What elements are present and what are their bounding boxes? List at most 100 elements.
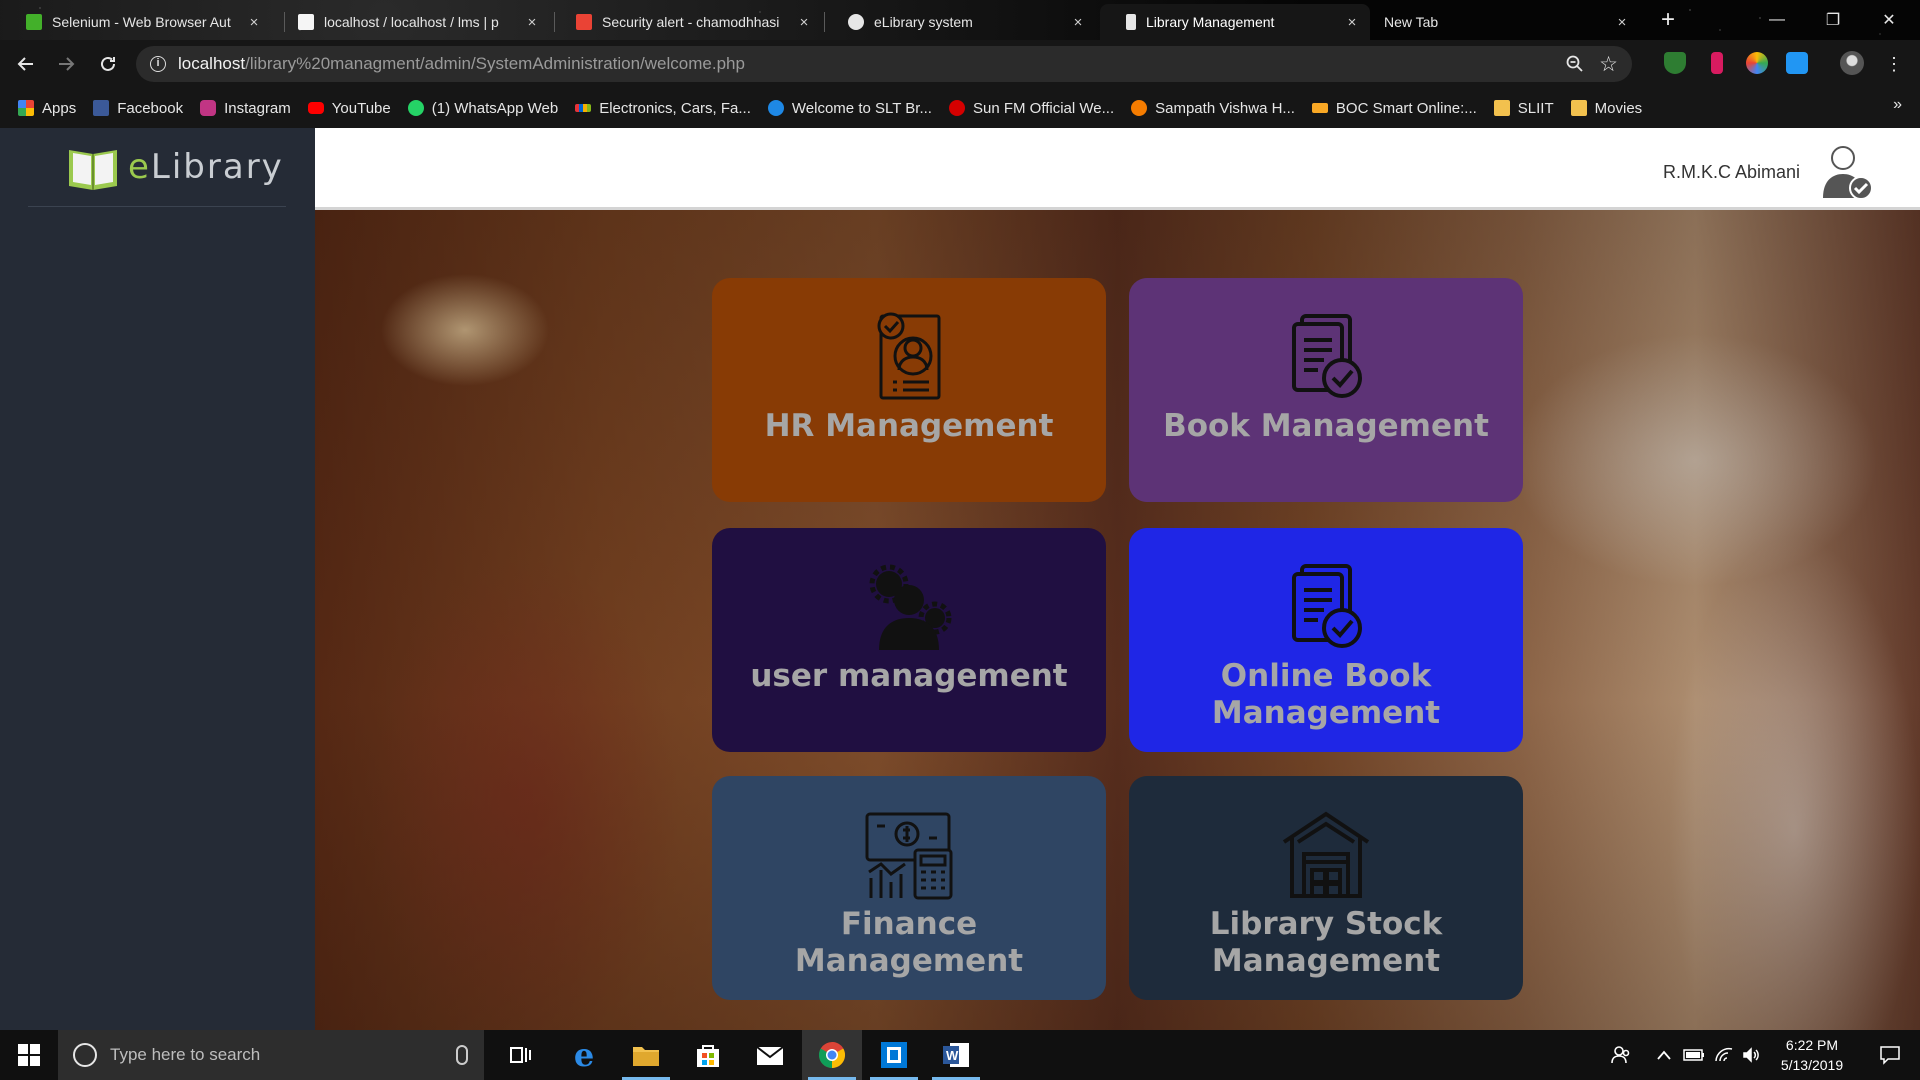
- facebook-icon: [93, 100, 110, 116]
- shield-extension-icon[interactable]: [1664, 52, 1686, 74]
- minimize-button[interactable]: —: [1750, 0, 1804, 40]
- globe-icon: [848, 14, 864, 30]
- new-tab-button[interactable]: +: [1655, 6, 1681, 34]
- tab-title: eLibrary system: [874, 14, 973, 30]
- bookmark-sliit[interactable]: SLIIT: [1493, 100, 1554, 117]
- sidebar: eLibrary: [0, 128, 315, 1030]
- close-icon[interactable]: ×: [1344, 14, 1360, 31]
- close-icon[interactable]: ×: [1614, 14, 1630, 31]
- word-app[interactable]: W: [926, 1030, 986, 1080]
- tab-new-tab[interactable]: New Tab ×: [1370, 4, 1640, 40]
- system-clock[interactable]: 6:22 PM 5/13/2019: [1762, 1035, 1862, 1075]
- task-view-button[interactable]: [490, 1030, 550, 1080]
- url-host: localhost: [178, 54, 246, 73]
- bookmark-label: YouTube: [331, 99, 391, 117]
- off-extension-icon[interactable]: [1786, 52, 1808, 74]
- chevron-up-icon[interactable]: [1650, 1030, 1678, 1080]
- search-placeholder: Type here to search: [110, 1045, 261, 1064]
- bookmark-boc[interactable]: BOC Smart Online:...: [1311, 100, 1477, 117]
- close-window-button[interactable]: ✕: [1862, 0, 1916, 40]
- bookmark-youtube[interactable]: YouTube: [307, 99, 391, 117]
- tab-library-management[interactable]: Library Management ×: [1100, 4, 1370, 40]
- user-name: R.M.K.C Abimani: [1662, 162, 1800, 182]
- book-check-icon: [1292, 564, 1362, 648]
- bookmark-label: Sun FM Official We...: [972, 99, 1115, 117]
- bookmark-sunfm[interactable]: Sun FM Official We...: [948, 99, 1115, 117]
- close-icon[interactable]: ×: [524, 14, 540, 31]
- back-button[interactable]: [12, 50, 40, 78]
- bookmark-ebay[interactable]: Electronics, Cars, Fa...: [575, 100, 751, 117]
- tab-phpmyadmin[interactable]: localhost / localhost / lms | p ×: [272, 4, 550, 40]
- app-blue-square[interactable]: [864, 1030, 924, 1080]
- elibrary-logo[interactable]: eLibrary: [66, 144, 284, 190]
- restore-button[interactable]: ❐: [1806, 0, 1860, 40]
- library-stock-management-card[interactable]: Library Stock Management: [1129, 776, 1523, 1000]
- bookmark-star-icon[interactable]: ☆: [1599, 52, 1618, 77]
- address-bar[interactable]: i localhost/library%20managment/admin/Sy…: [136, 46, 1632, 82]
- pink-extension-icon[interactable]: [1711, 52, 1723, 74]
- clock-time: 6:22 PM: [1785, 1037, 1839, 1053]
- bookmark-apps[interactable]: Apps: [18, 100, 76, 117]
- user-avatar-icon[interactable]: [1819, 142, 1875, 202]
- bookmark-facebook[interactable]: Facebook: [93, 100, 183, 117]
- bookmark-label: Sampath Vishwa H...: [1155, 99, 1295, 117]
- dashboard-main: HR Management Book Management user manag…: [315, 210, 1920, 1030]
- wifi-icon[interactable]: [1710, 1030, 1738, 1080]
- close-icon[interactable]: ×: [246, 14, 262, 31]
- bookmarks-overflow-button[interactable]: »: [1893, 96, 1902, 114]
- battery-icon[interactable]: [1680, 1030, 1708, 1080]
- tab-selenium[interactable]: Selenium - Web Browser Aut ×: [0, 4, 272, 40]
- bookmark-sampath[interactable]: Sampath Vishwa H...: [1131, 100, 1295, 117]
- close-icon[interactable]: ×: [1070, 14, 1086, 31]
- close-icon[interactable]: ×: [796, 14, 812, 31]
- tab-title: localhost / localhost / lms | p: [324, 14, 499, 30]
- gmail-favicon-icon: [576, 14, 592, 30]
- file-explorer-app[interactable]: [616, 1030, 676, 1080]
- tab-elibrary-system[interactable]: eLibrary system ×: [822, 4, 1096, 40]
- card-label: Book Management: [1163, 408, 1489, 444]
- task-view-icon: [510, 1047, 531, 1063]
- edge-app[interactable]: e: [554, 1030, 614, 1080]
- profile-avatar-icon[interactable]: [1840, 51, 1864, 75]
- reload-icon: [101, 56, 115, 71]
- zoom-icon[interactable]: [1566, 55, 1584, 78]
- reload-button[interactable]: [94, 50, 122, 78]
- mail-app[interactable]: [740, 1030, 800, 1080]
- bookmark-whatsapp[interactable]: (1) WhatsApp Web: [407, 100, 558, 117]
- book-management-card[interactable]: Book Management: [1129, 278, 1523, 502]
- forward-button[interactable]: [52, 50, 80, 78]
- user-gears-icon: [869, 564, 952, 650]
- tab-gmail[interactable]: Security alert - chamodhhasi ×: [550, 4, 822, 40]
- word-icon: W: [943, 1043, 969, 1067]
- card-label: user management: [750, 658, 1068, 694]
- menu-icon[interactable]: ⋮: [1880, 50, 1908, 78]
- bookmark-instagram[interactable]: Instagram: [200, 100, 291, 117]
- folder-icon: [1493, 100, 1510, 116]
- online-book-management-card[interactable]: Online Book Management: [1129, 528, 1523, 752]
- warehouse-icon: [1282, 811, 1370, 898]
- bookmark-movies[interactable]: Movies: [1570, 100, 1642, 117]
- windows-taskbar: Type here to search e W 6:22 PM 5/13/201…: [0, 1030, 1920, 1080]
- taskbar-search-input[interactable]: Type here to search: [58, 1030, 484, 1080]
- microphone-icon[interactable]: [456, 1045, 468, 1065]
- site-info-icon[interactable]: i: [150, 56, 166, 72]
- bookmark-slt[interactable]: Welcome to SLT Br...: [767, 100, 932, 117]
- hr-management-card[interactable]: HR Management: [712, 278, 1106, 502]
- chrome-icon: [818, 1041, 846, 1069]
- volume-icon[interactable]: [1738, 1030, 1764, 1080]
- instagram-icon: [200, 100, 217, 116]
- hr-profile-icon: [877, 312, 941, 400]
- clock-date: 5/13/2019: [1780, 1057, 1844, 1073]
- card-label: HR Management: [764, 408, 1054, 444]
- colorful-extension-icon[interactable]: [1746, 52, 1768, 74]
- user-management-card[interactable]: user management: [712, 528, 1106, 752]
- sidebar-divider: [28, 206, 286, 207]
- store-app[interactable]: [678, 1030, 738, 1080]
- finance-management-card[interactable]: Finance Management: [712, 776, 1106, 1000]
- start-button[interactable]: [0, 1030, 58, 1080]
- notification-center-button[interactable]: [1860, 1030, 1920, 1080]
- phpmyadmin-favicon-icon: [298, 14, 314, 30]
- chrome-app[interactable]: [802, 1030, 862, 1080]
- people-icon[interactable]: [1604, 1030, 1638, 1080]
- sunfm-icon: [948, 100, 965, 116]
